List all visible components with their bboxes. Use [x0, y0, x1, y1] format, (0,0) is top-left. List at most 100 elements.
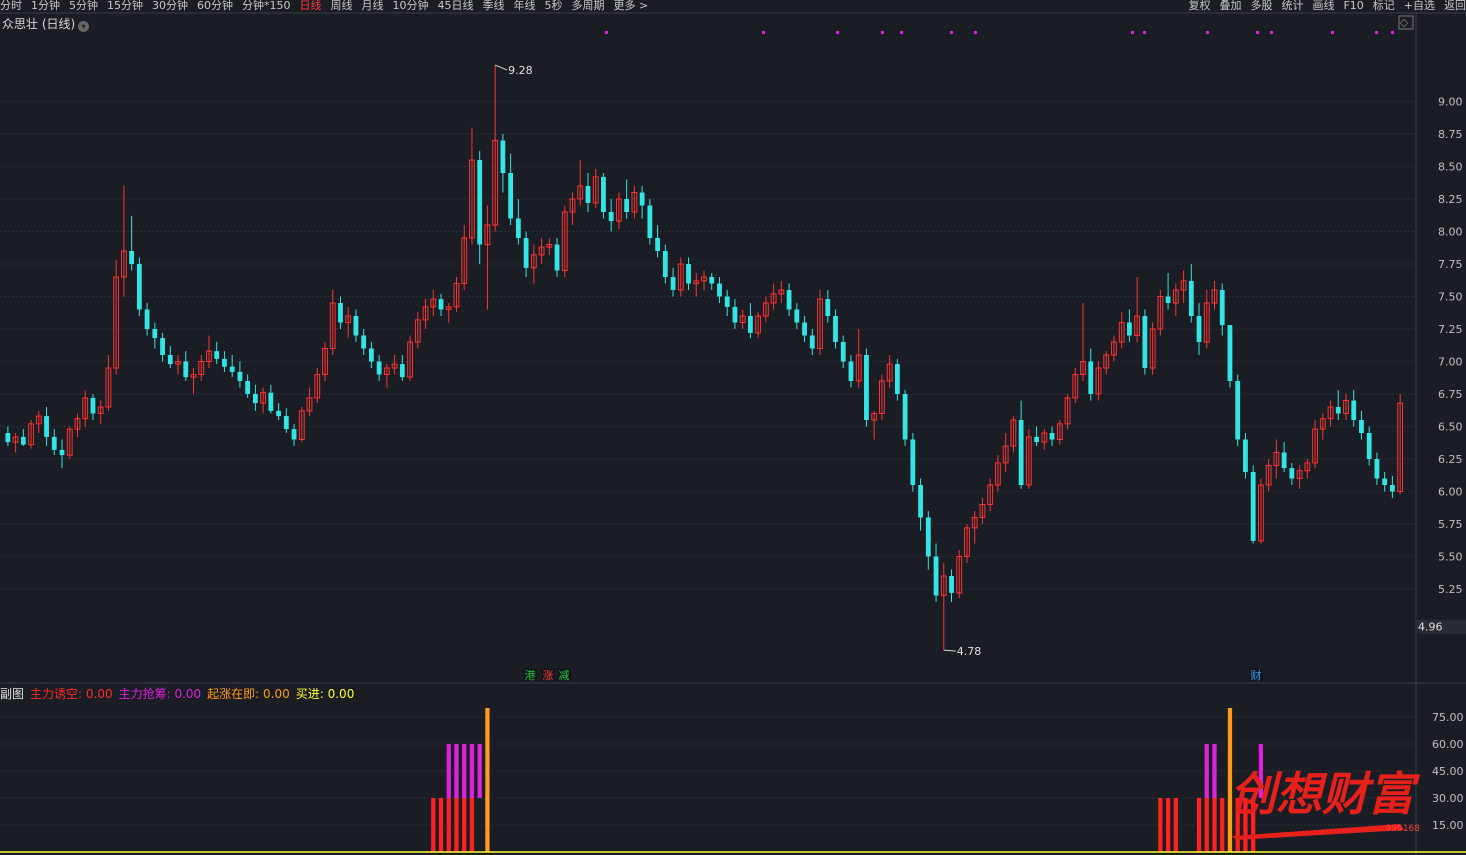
candle-body: [1281, 452, 1287, 469]
candle-body: [245, 381, 251, 394]
event-label-1: 涨: [543, 669, 554, 682]
sub-bar: [462, 798, 467, 852]
candle-body: [152, 329, 158, 339]
sub-ytick-1: 30.00: [1432, 792, 1464, 805]
candle-body: [291, 429, 297, 440]
candle-body: [670, 277, 676, 290]
candle-body: [1188, 280, 1194, 316]
sub-bar: [454, 744, 459, 798]
candle-body: [554, 244, 560, 271]
candle-body: [237, 371, 243, 381]
candle-body: [864, 355, 869, 420]
candle-body: [786, 290, 792, 310]
sub-bar: [431, 798, 436, 852]
sub-bar: [1204, 798, 1209, 852]
candle-body: [214, 351, 220, 359]
signal-dot: [974, 31, 977, 34]
main-ytick-3: 6.00: [1438, 486, 1463, 499]
candle-body: [624, 199, 630, 212]
sub-bar: [469, 798, 475, 852]
main-ytick-9: 7.50: [1438, 291, 1463, 304]
min-price-annotation: 4.78: [957, 645, 982, 658]
signal-dot: [1391, 31, 1394, 34]
sub-bar: [1173, 798, 1178, 852]
main-ytick-11: 8.00: [1438, 226, 1463, 239]
candle-body: [20, 436, 26, 445]
event-label-0: 港: [525, 669, 536, 682]
candle-body: [848, 361, 854, 381]
main-ytick-14: 8.75: [1438, 128, 1463, 141]
candle-body: [1382, 478, 1388, 485]
candle-body: [1390, 485, 1395, 492]
main-ytick-8: 7.25: [1438, 323, 1463, 336]
signal-dot: [1131, 31, 1134, 34]
signal-dot: [1375, 31, 1378, 34]
candle-body: [5, 433, 11, 443]
candle-body: [283, 416, 289, 430]
candle-body: [376, 361, 382, 375]
sub-bar: [1165, 798, 1171, 852]
signal-dot: [1331, 31, 1334, 34]
candle-body: [1227, 325, 1233, 381]
candle-body: [229, 366, 235, 372]
candle-body: [438, 299, 444, 310]
event-label-2: 减: [559, 669, 570, 682]
candle-body: [1034, 436, 1039, 443]
main-ytick-2: 5.75: [1438, 518, 1463, 531]
signal-dot: [1256, 31, 1259, 34]
candle-body: [369, 348, 374, 362]
candle-body: [515, 218, 521, 238]
candle-body: [1018, 420, 1024, 485]
candle-body: [167, 355, 173, 365]
sub-bar: [469, 744, 475, 798]
candle-body: [585, 186, 591, 203]
sub-bar: [1204, 744, 1209, 798]
candle-body: [1335, 407, 1341, 414]
main-ytick-4: 6.25: [1438, 453, 1463, 466]
sub-bar: [446, 744, 451, 798]
candle-body: [183, 361, 189, 378]
signal-dot: [1143, 31, 1146, 34]
signal-dot: [605, 31, 608, 34]
sub-bar: [462, 744, 467, 798]
candle-body: [144, 309, 150, 329]
max-price-annotation: 9.28: [508, 64, 533, 77]
candle-body: [709, 277, 715, 284]
main-ytick-13: 8.50: [1438, 161, 1463, 174]
main-ytick-15: 9.00: [1438, 96, 1463, 109]
candle-body: [1196, 316, 1202, 342]
candle-body: [1142, 316, 1148, 368]
candle-body: [1289, 468, 1295, 479]
main-ytick-10: 7.75: [1438, 258, 1463, 271]
sub-bar: [1158, 798, 1163, 852]
candle-body: [833, 316, 838, 342]
main-ytick-5: 6.50: [1438, 421, 1463, 434]
candle-body: [1366, 433, 1372, 459]
signal-dot: [1270, 31, 1273, 34]
sub-bar: [438, 798, 444, 852]
candle-body: [949, 576, 954, 593]
candle-body: [268, 392, 274, 411]
min-pointer: [943, 649, 956, 652]
candle-body: [252, 394, 258, 404]
signal-dot: [881, 31, 884, 34]
candle-body: [840, 342, 846, 362]
candle-body: [399, 364, 405, 378]
candle-body: [748, 316, 753, 333]
last-price-label: 4.96: [1418, 621, 1443, 634]
candle-body: [1127, 322, 1132, 336]
watermark-text: 创想财富: [1230, 767, 1421, 821]
sub-bar: [485, 708, 490, 852]
candle-body: [59, 449, 65, 456]
candle-body: [1219, 290, 1225, 326]
sub-ytick-0: 15.00: [1432, 819, 1464, 832]
main-ytick-1: 5.50: [1438, 551, 1463, 564]
candle-body: [910, 439, 916, 485]
candle-body: [933, 556, 939, 596]
sub-bar: [454, 798, 459, 852]
sub-bar: [1212, 744, 1217, 798]
candle-body: [686, 264, 691, 284]
signal-dot: [950, 31, 953, 34]
signal-dot: [836, 31, 839, 34]
candle-body: [1088, 361, 1094, 394]
